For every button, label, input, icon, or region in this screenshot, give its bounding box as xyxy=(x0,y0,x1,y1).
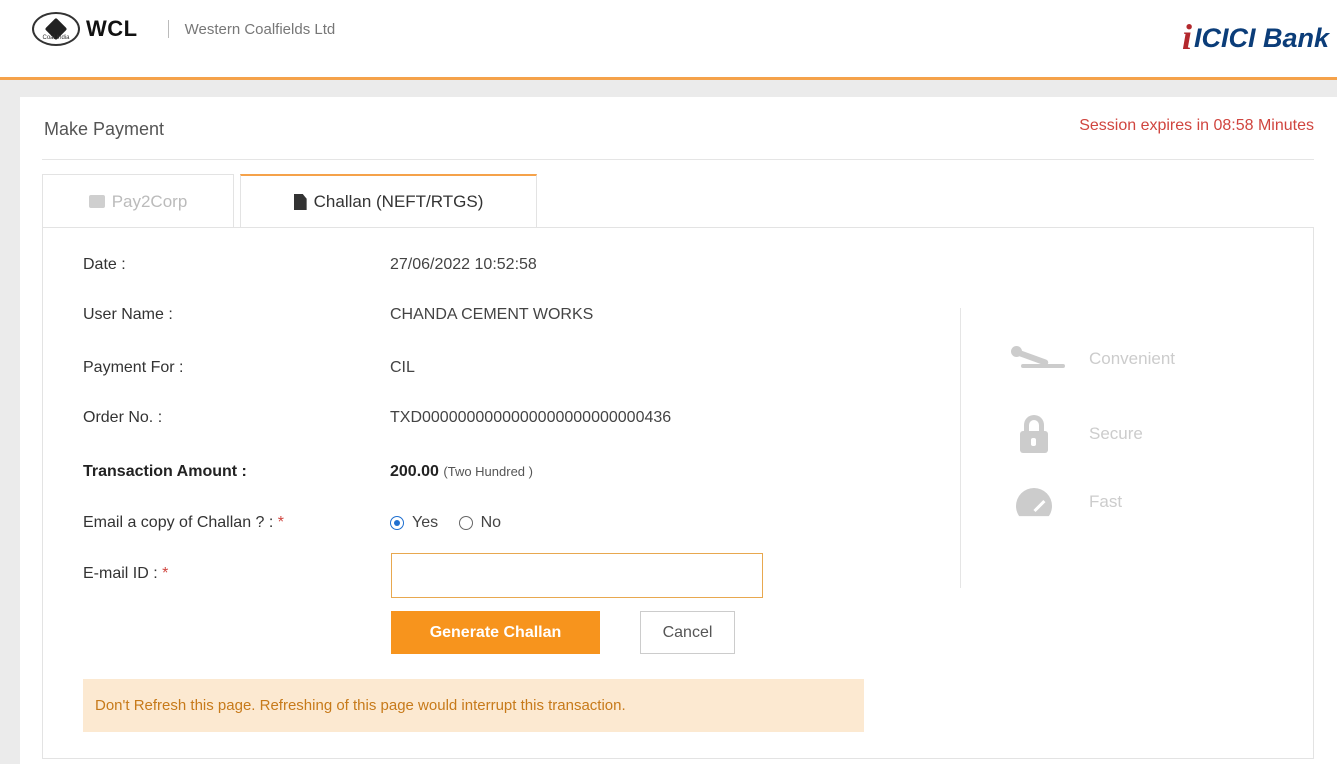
email-input[interactable] xyxy=(391,553,763,598)
feature-convenient: Convenient xyxy=(1009,346,1175,372)
session-timer: Session expires in 08:58 Minutes xyxy=(1079,117,1314,134)
features-divider xyxy=(960,308,961,588)
tab-label: Pay2Corp xyxy=(111,191,188,211)
email-copy-label-group: Email a copy of Challan ? : * xyxy=(83,514,284,532)
brand-full-name: Western Coalfields Ltd xyxy=(184,20,336,38)
order-no-label: Order No. : xyxy=(83,409,163,426)
email-copy-options: Yes No xyxy=(390,514,517,535)
swimmer-icon xyxy=(1009,346,1065,372)
amount-label: Transaction Amount : xyxy=(83,463,247,480)
challan-panel: Date : 27/06/2022 10:52:58 User Name : C… xyxy=(42,227,1314,759)
cancel-button[interactable]: Cancel xyxy=(640,611,735,654)
feature-fast: Fast xyxy=(1009,488,1123,517)
top-header: Coal India WCL Western Coalfields Ltd i … xyxy=(0,0,1337,80)
file-icon xyxy=(293,194,307,210)
refresh-warning: Don't Refresh this page. Refreshing of t… xyxy=(83,679,864,732)
email-id-label-group: E-mail ID : * xyxy=(83,565,168,583)
payment-for-value: CIL xyxy=(390,359,415,376)
wallet-icon xyxy=(88,195,105,208)
feature-label: Secure xyxy=(1089,424,1143,443)
coal-india-logo: Coal India xyxy=(32,12,80,46)
amount-value: 200.00 xyxy=(390,463,439,480)
generate-challan-button[interactable]: Generate Challan xyxy=(391,611,600,654)
radio-no[interactable]: No xyxy=(458,514,502,532)
brand: Coal India WCL Western Coalfields Ltd xyxy=(32,12,335,46)
amount-value-group: 200.00 (Two Hundred ) xyxy=(390,463,533,481)
radio-no-indicator[interactable] xyxy=(458,516,473,530)
card-header: Make Payment Session expires in 08:58 Mi… xyxy=(42,97,1314,160)
amount-in-words: (Two Hundred ) xyxy=(443,464,533,479)
user-name-value: CHANDA CEMENT WORKS xyxy=(390,306,594,323)
order-no-value: TXD0000000000000000000000000436 xyxy=(390,409,672,426)
brand-divider xyxy=(167,20,169,38)
feature-secure: Secure xyxy=(1009,415,1143,453)
user-name-label: User Name : xyxy=(83,306,173,323)
feature-label: Fast xyxy=(1089,492,1123,511)
payment-card: Make Payment Session expires in 08:58 Mi… xyxy=(20,97,1337,764)
radio-no-label: No xyxy=(480,514,502,531)
date-value: 27/06/2022 10:52:58 xyxy=(390,256,537,273)
logo-text: Coal India xyxy=(42,35,70,41)
bank-mark: i xyxy=(1181,17,1192,57)
feature-label: Convenient xyxy=(1089,349,1176,368)
required-mark: * xyxy=(277,514,285,531)
required-mark: * xyxy=(162,565,169,582)
brand-short-name: WCL xyxy=(86,16,138,41)
tab-label: Challan (NEFT/RTGS) xyxy=(313,192,484,211)
radio-yes[interactable]: Yes xyxy=(390,514,438,532)
tab-pay2corp[interactable]: Pay2Corp xyxy=(42,174,234,228)
page-title: Make Payment xyxy=(44,119,165,139)
date-label: Date : xyxy=(83,256,126,273)
icici-bank-logo: i ICICI Bank xyxy=(1181,17,1329,57)
tab-challan[interactable]: Challan (NEFT/RTGS) xyxy=(240,174,537,228)
email-id-label: E-mail ID : xyxy=(83,565,158,582)
email-copy-label: Email a copy of Challan ? : xyxy=(83,514,274,531)
gauge-icon xyxy=(1016,488,1052,517)
lock-icon xyxy=(1020,415,1048,453)
radio-yes-label: Yes xyxy=(412,514,439,531)
radio-yes-indicator[interactable] xyxy=(390,516,404,530)
payment-for-label: Payment For : xyxy=(83,359,184,376)
bank-name: ICICI Bank xyxy=(1193,23,1329,53)
